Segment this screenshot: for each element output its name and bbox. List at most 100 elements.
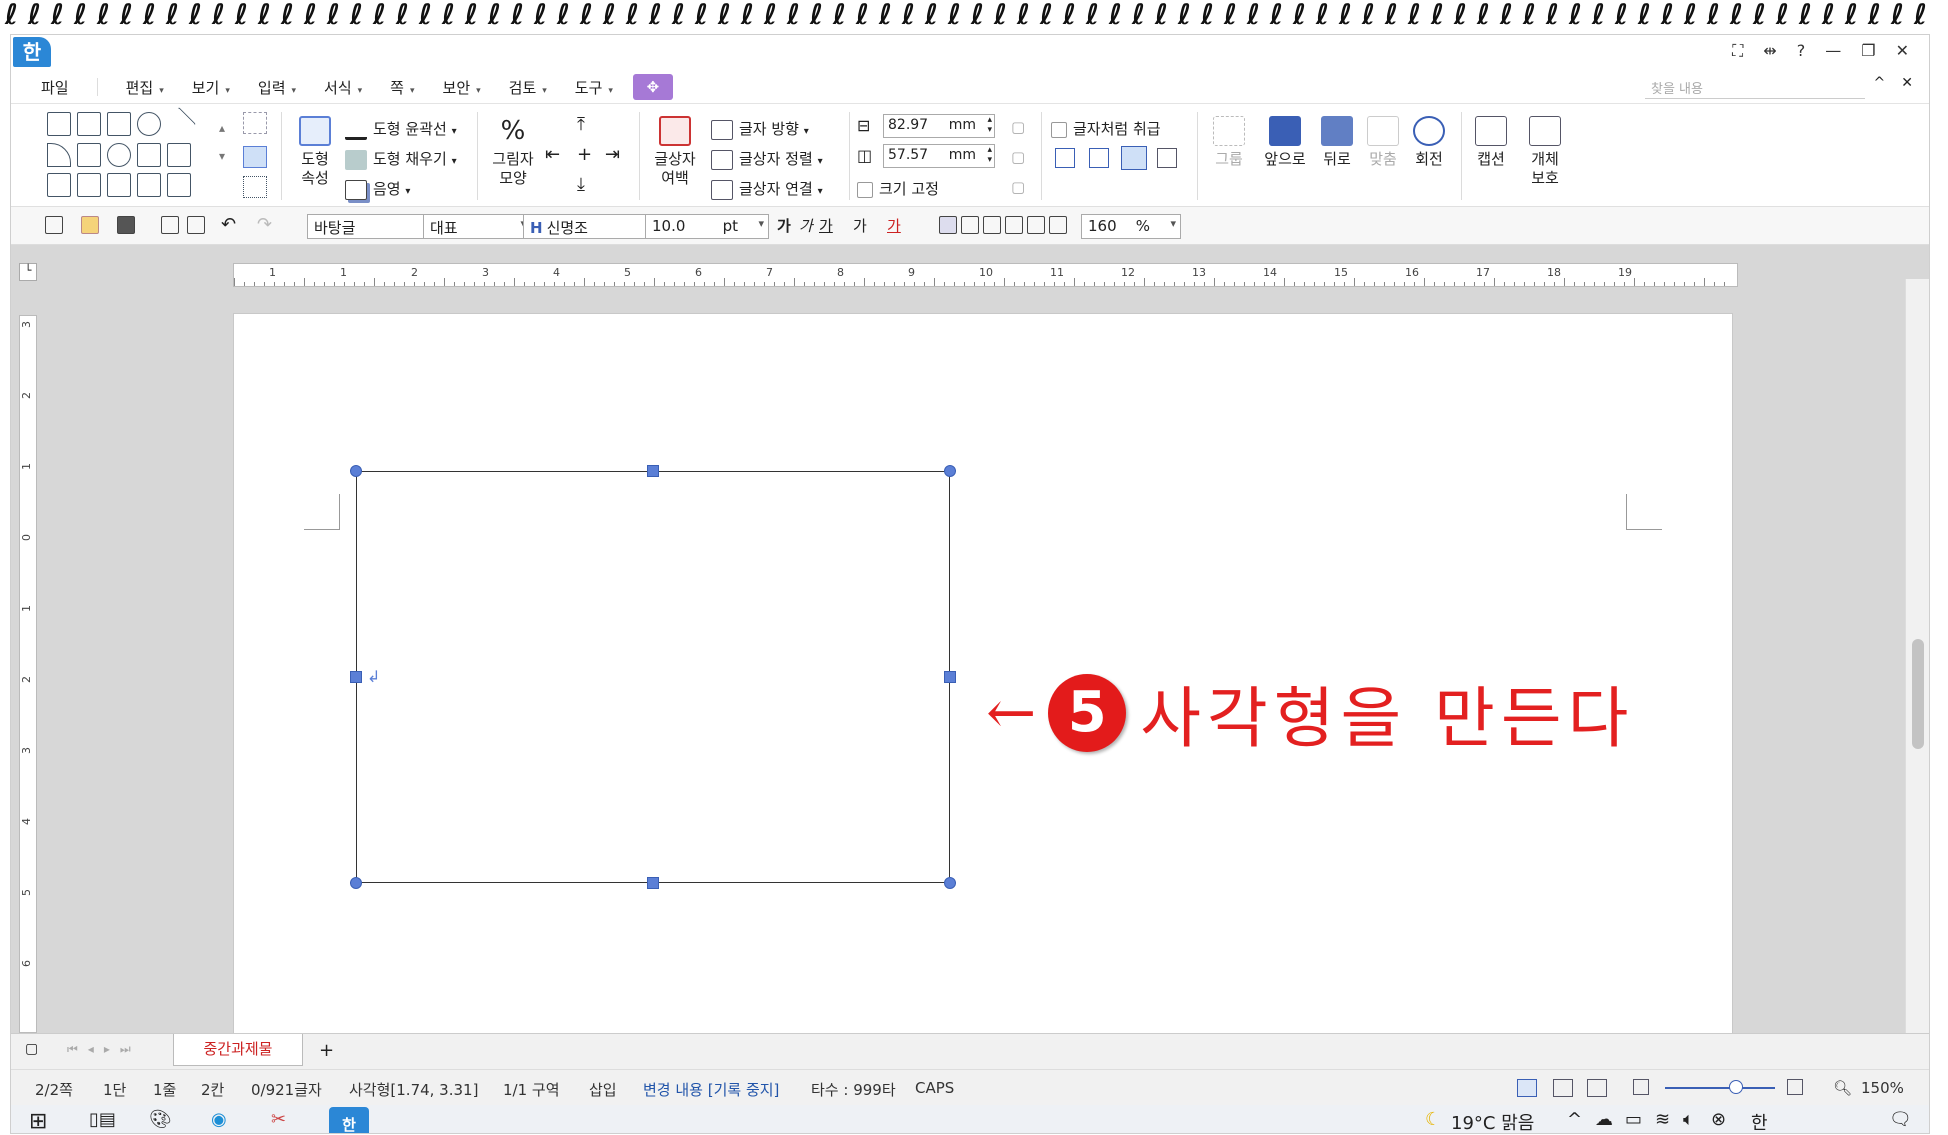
- resize-handle-tl[interactable]: [350, 465, 362, 477]
- font-select[interactable]: H 신명조: [523, 214, 665, 239]
- language-select[interactable]: 대표: [423, 214, 531, 239]
- treat-as-char-checkbox[interactable]: 글자처럼 취급: [1051, 118, 1161, 139]
- notification-icon[interactable]: 🗨︎: [1889, 1109, 1912, 1130]
- bold-button[interactable]: 가: [777, 215, 791, 236]
- shape-curve-icon[interactable]: [107, 142, 131, 167]
- status-zoom[interactable]: 150%: [1861, 1079, 1904, 1097]
- resize-icon[interactable]: ⇹: [1763, 41, 1776, 61]
- strikethrough-button[interactable]: 가: [853, 215, 867, 236]
- mute-icon[interactable]: ⊗: [1711, 1109, 1726, 1130]
- resize-handle-tr[interactable]: [944, 465, 956, 477]
- status-page[interactable]: 2/2쪽: [35, 1079, 73, 1100]
- resize-handle-br[interactable]: [944, 877, 956, 889]
- menu-view[interactable]: 보기 ▾: [178, 77, 244, 98]
- tab-nav-icon[interactable]: ⏮◂▸⏭: [67, 1042, 141, 1057]
- add-tab-button[interactable]: +: [319, 1040, 334, 1061]
- collapse-ribbon-icon[interactable]: ^: [1874, 75, 1886, 91]
- close-doc-icon[interactable]: ✕: [1901, 75, 1913, 91]
- font-size-input[interactable]: 10.0 pt: [645, 214, 769, 239]
- style-select[interactable]: 바탕글: [307, 214, 435, 239]
- redo-icon[interactable]: ↷: [257, 214, 272, 235]
- size-fix-checkbox[interactable]: 크기 고정: [857, 178, 939, 199]
- italic-button[interactable]: 가: [799, 215, 813, 236]
- fullscreen-icon[interactable]: ⛶: [1732, 41, 1743, 61]
- volume-icon[interactable]: 🔈︎: [1683, 1109, 1694, 1130]
- text-select-icon[interactable]: [243, 146, 267, 168]
- shape-line-icon[interactable]: [162, 107, 196, 141]
- underline-button[interactable]: 가: [819, 215, 833, 236]
- multi-select-icon[interactable]: [243, 176, 267, 198]
- vertical-ruler[interactable]: 3 2 1 0 1 2 3 4 5 6: [19, 315, 37, 1033]
- resize-handle-t[interactable]: [647, 465, 659, 477]
- cloud-icon[interactable]: ☁: [1595, 1109, 1613, 1130]
- help-icon[interactable]: ?: [1797, 41, 1806, 61]
- resize-handle-bl[interactable]: [350, 877, 362, 889]
- scroll-thumb[interactable]: [1912, 639, 1924, 749]
- distribute-icon[interactable]: [1027, 216, 1045, 234]
- select-object-icon[interactable]: [243, 112, 267, 134]
- shape-rect-icon[interactable]: [107, 112, 131, 136]
- text-direction-button[interactable]: 글자 방향 ▾: [711, 118, 809, 140]
- spin-icon[interactable]: ▴ ▾: [987, 145, 992, 165]
- windows-start-icon[interactable]: ⊞: [29, 1109, 47, 1133]
- shape-ellipse-icon[interactable]: [137, 112, 161, 136]
- view-width-icon[interactable]: [1553, 1079, 1573, 1097]
- caption-button[interactable]: 캡션: [1469, 116, 1513, 169]
- preview-icon[interactable]: [187, 216, 205, 234]
- zoom-in-icon[interactable]: [1787, 1079, 1803, 1095]
- font-color-button[interactable]: 가: [887, 215, 901, 236]
- new-doc-icon[interactable]: [45, 216, 63, 234]
- menu-file[interactable]: 파일: [27, 77, 83, 98]
- minimize-icon[interactable]: —: [1825, 41, 1841, 61]
- align-bottom-icon[interactable]: ⤓: [577, 174, 585, 195]
- align-right-icon[interactable]: ⇥: [605, 144, 620, 165]
- shape-properties-button[interactable]: 도형 속성: [289, 116, 341, 188]
- zoom-out-icon[interactable]: [1633, 1079, 1649, 1095]
- search-input[interactable]: 찾을 내용: [1645, 75, 1865, 99]
- shape-outline-button[interactable]: 도형 윤곽선 ▾: [345, 118, 457, 140]
- status-mode[interactable]: 삽입: [589, 1079, 617, 1100]
- battery-icon[interactable]: ▭: [1625, 1109, 1642, 1130]
- width-input[interactable]: 57.57 mm ▴ ▾: [883, 144, 995, 168]
- picture-shape-button[interactable]: % 그림자 모양: [485, 116, 541, 188]
- shape-context-tab-icon[interactable]: ✥: [632, 74, 673, 100]
- align-center-text-icon[interactable]: [983, 216, 1001, 234]
- line-spacing-input[interactable]: 160%: [1081, 214, 1181, 239]
- tray-chevron-icon[interactable]: ^: [1567, 1109, 1582, 1130]
- shape-connector2-icon[interactable]: [47, 173, 71, 198]
- menu-security[interactable]: 보안 ▾: [429, 77, 495, 98]
- zoom-icon[interactable]: 🔍︎: [1833, 1079, 1852, 1097]
- align-button[interactable]: 맞춤: [1361, 116, 1405, 169]
- textbox-link-button[interactable]: 글상자 연결 ▾: [711, 178, 823, 200]
- wrap-front-icon[interactable]: [1157, 148, 1177, 168]
- rectangle-shape[interactable]: [356, 471, 950, 883]
- shape-fill-button[interactable]: 도형 채우기 ▾: [345, 148, 457, 170]
- menu-tools[interactable]: 도구 ▾: [561, 77, 627, 98]
- hwp-taskbar-icon[interactable]: 한: [329, 1107, 369, 1133]
- tab-list-icon[interactable]: ▢: [25, 1041, 38, 1057]
- shape-connector4-icon[interactable]: [107, 173, 131, 198]
- open-folder-icon[interactable]: [81, 216, 99, 234]
- align-top-icon[interactable]: ⤒: [577, 114, 585, 135]
- status-track-changes[interactable]: 변경 내용 [기록 중지]: [643, 1079, 779, 1100]
- shape-polygon-icon[interactable]: [77, 142, 101, 167]
- shadow-button[interactable]: 음영 ▾: [345, 178, 410, 200]
- view-normal-icon[interactable]: [1517, 1079, 1537, 1097]
- wrap-topbottom-icon[interactable]: [1089, 148, 1109, 168]
- menu-format[interactable]: 서식 ▾: [310, 77, 376, 98]
- undo-icon[interactable]: ↶: [221, 214, 236, 235]
- resize-handle-r[interactable]: [944, 671, 956, 683]
- task-view-icon[interactable]: ▯▤: [89, 1109, 116, 1130]
- zoom-slider-thumb[interactable]: [1729, 1080, 1743, 1094]
- height-input[interactable]: 82.97 mm ▴ ▾: [883, 114, 995, 138]
- align-right-text-icon[interactable]: [1005, 216, 1023, 234]
- resize-handle-b[interactable]: [647, 877, 659, 889]
- resize-handle-l[interactable]: [350, 671, 362, 683]
- align-justify-icon[interactable]: [939, 216, 957, 234]
- menu-insert[interactable]: 입력 ▾: [244, 77, 310, 98]
- vertical-scrollbar[interactable]: [1905, 279, 1929, 1033]
- shape-textbox-icon[interactable]: [47, 112, 71, 136]
- gallery-scroll-icon[interactable]: ▴ ▾: [219, 114, 225, 170]
- horizontal-ruler[interactable]: 1 1 2 3 4 5 6 7 8 9 10 11 12 13 14 15 16 17 18 19: [233, 263, 1738, 287]
- group-button[interactable]: 그룹: [1207, 116, 1251, 169]
